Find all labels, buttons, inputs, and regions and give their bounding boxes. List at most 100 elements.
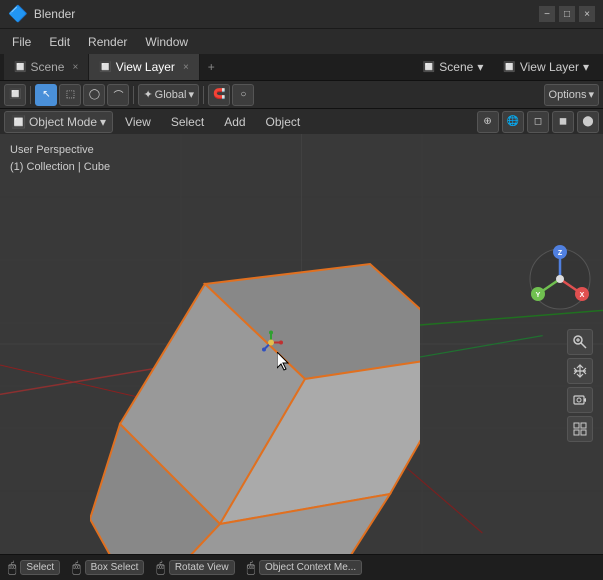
options-label: Options <box>549 89 587 101</box>
workspace-scene-dropdown[interactable]: 🔲 Scene ▾ <box>415 58 492 76</box>
header-bar: 🔲 Object Mode ▾ View Select Add Object ⊕… <box>0 108 603 134</box>
add-tab-button[interactable]: + <box>200 54 223 80</box>
status-select: 🖱 Select <box>8 559 60 576</box>
grid-tool-button[interactable] <box>567 416 593 442</box>
overlay-icon: 🌐 <box>507 116 519 127</box>
object-mode-label: Object Mode <box>29 115 97 129</box>
viewport-shading-btn[interactable]: ⊕ <box>477 111 499 133</box>
collection-label: (1) Collection | Cube <box>10 159 110 176</box>
toolbar-separator-2 <box>133 86 134 104</box>
snap-button[interactable]: 🧲 <box>208 84 230 106</box>
options-chevron: ▾ <box>588 88 594 101</box>
select-key: Select <box>20 560 60 575</box>
cube-3d <box>90 254 420 554</box>
snap-icon: 🧲 <box>213 89 225 100</box>
view-layer-tab-close[interactable]: × <box>183 62 189 73</box>
rotate-key: Rotate View <box>169 560 235 575</box>
options-dropdown[interactable]: Options ▾ <box>544 84 599 106</box>
tab-scene[interactable]: 🔲 Scene × <box>4 54 89 80</box>
blender-logo: 🔷 <box>8 4 28 24</box>
menu-render[interactable]: Render <box>80 33 135 51</box>
shading-icon: ⊕ <box>483 116 491 127</box>
chevron-down-icon2: ▾ <box>583 60 589 74</box>
navigation-gizmo[interactable]: Z X Y <box>525 244 595 314</box>
scene-tab-close[interactable]: × <box>72 62 78 73</box>
proportional-icon: ○ <box>240 89 246 100</box>
context-key: Object Context Me... <box>259 560 362 575</box>
box-select-button[interactable]: ⬚ <box>59 84 81 106</box>
lasso-icon: ⌒ <box>113 87 123 102</box>
toolbar-separator-3 <box>203 86 204 104</box>
pivot-chevron: ▾ <box>188 88 194 101</box>
cursor-icon: ↖ <box>42 89 50 100</box>
circle-select-icon: ◯ <box>89 89 100 100</box>
rendered-icon: ◼ <box>559 116 567 127</box>
viewport-overlay-btn[interactable]: 🌐 <box>502 111 524 133</box>
editor-type-button[interactable]: 🔲 <box>4 84 26 106</box>
svg-text:Z: Z <box>558 250 563 257</box>
status-context: 🖱 Object Context Me... <box>247 559 363 576</box>
toolbar-separator-1 <box>30 86 31 104</box>
box-select-key: Box Select <box>85 560 145 575</box>
right-tool-buttons <box>567 329 593 442</box>
title-bar-controls: − □ × <box>539 6 595 22</box>
pivot-dropdown[interactable]: ✦ Global ▾ <box>138 84 199 106</box>
material-icon: ⬤ <box>582 116 593 127</box>
close-button[interactable]: × <box>579 6 595 22</box>
object-mode-icon: 🔲 <box>11 115 26 129</box>
viewport-toolbar: 🔲 ↖ ⬚ ◯ ⌒ ✦ Global ▾ 🧲 ○ Options <box>0 80 603 108</box>
header-view[interactable]: View <box>117 113 159 131</box>
mouse-mid-icon: 🖱 <box>72 559 80 576</box>
scene-tab-label: Scene <box>30 60 64 74</box>
header-add[interactable]: Add <box>216 113 253 131</box>
mouse-menu-icon: 🖱 <box>247 559 255 576</box>
viewport-wireframe-btn[interactable]: ◻ <box>527 111 549 133</box>
pivot-label: Global <box>155 89 187 101</box>
viewport-material-btn[interactable]: ⬤ <box>577 111 599 133</box>
perspective-label: User Perspective <box>10 142 110 159</box>
tab-view-layer[interactable]: 🔲 View Layer × <box>89 54 199 80</box>
workspace-right-area: 🔲 Scene ▾ 🔲 View Layer ▾ <box>415 54 603 80</box>
scene-tab-icon: 🔲 <box>14 62 26 73</box>
menu-edit[interactable]: Edit <box>41 33 78 51</box>
pan-tool-button[interactable] <box>567 358 593 384</box>
object-mode-dropdown[interactable]: 🔲 Object Mode ▾ <box>4 111 113 133</box>
viewport[interactable]: User Perspective (1) Collection | Cube Z… <box>0 134 603 554</box>
zoom-tool-button[interactable] <box>567 329 593 355</box>
lasso-select-button[interactable]: ⌒ <box>107 84 129 106</box>
status-bar: 🖱 Select 🖱 Box Select 🖱 Rotate View 🖱 Ob… <box>0 554 603 580</box>
viewport-rendered-btn[interactable]: ◼ <box>552 111 574 133</box>
wireframe-icon: ◻ <box>534 116 542 127</box>
title-bar-title: Blender <box>34 7 533 21</box>
viewlayer-label: View Layer <box>520 60 579 74</box>
chevron-down-icon: ▾ <box>477 60 483 74</box>
status-rotate: 🖱 Rotate View <box>156 559 234 576</box>
select-tool-button[interactable]: ↖ <box>35 84 57 106</box>
mouse-right-icon: 🖱 <box>156 559 164 576</box>
circle-select-button[interactable]: ◯ <box>83 84 105 106</box>
view-layer-tab-label: View Layer <box>116 60 175 74</box>
viewlayer-icon: 🔲 <box>503 62 515 73</box>
editor-type-icon: 🔲 <box>9 89 21 100</box>
mouse-left-icon: 🖱 <box>8 559 16 576</box>
camera-tool-button[interactable] <box>567 387 593 413</box>
workspace-viewlayer-dropdown[interactable]: 🔲 View Layer ▾ <box>495 58 597 76</box>
maximize-button[interactable]: □ <box>559 6 575 22</box>
header-select[interactable]: Select <box>163 113 212 131</box>
minimize-button[interactable]: − <box>539 6 555 22</box>
box-select-icon: ⬚ <box>66 89 75 100</box>
title-bar: 🔷 Blender − □ × <box>0 0 603 28</box>
menu-file[interactable]: File <box>4 33 39 51</box>
proportional-edit-button[interactable]: ○ <box>232 84 254 106</box>
object-mode-chevron: ▾ <box>100 115 106 129</box>
status-box-select: 🖱 Box Select <box>72 559 144 576</box>
workspace-tabs: 🔲 Scene × 🔲 View Layer × + 🔲 Scene ▾ 🔲 V… <box>0 54 603 80</box>
scene-label: Scene <box>439 60 473 74</box>
menu-bar: File Edit Render Window <box>0 28 603 54</box>
header-object[interactable]: Object <box>258 113 309 131</box>
menu-window[interactable]: Window <box>137 33 196 51</box>
toolbar-right: Options ▾ <box>544 84 599 106</box>
main-content: 🔲 ↖ ⬚ ◯ ⌒ ✦ Global ▾ 🧲 ○ Options <box>0 80 603 554</box>
viewport-label: User Perspective (1) Collection | Cube <box>10 142 110 175</box>
svg-text:Y: Y <box>536 292 541 299</box>
